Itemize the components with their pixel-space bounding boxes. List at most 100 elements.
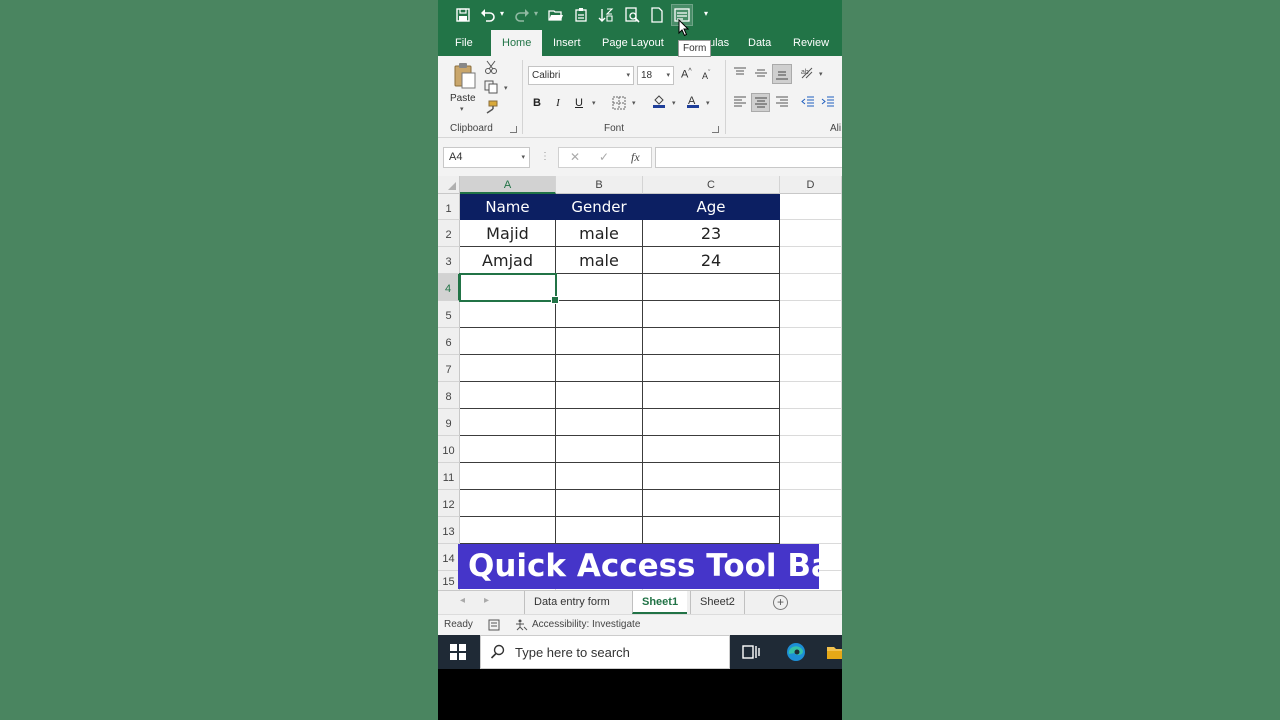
formula-bar-grip-icon[interactable]: ⋮ [540, 151, 550, 162]
table-header-cell[interactable]: Age [643, 194, 780, 220]
name-box[interactable]: A4 ▾ [443, 147, 530, 168]
font-launcher-icon[interactable] [712, 126, 719, 133]
increase-font-size-icon[interactable]: A^ [681, 68, 692, 81]
row-header[interactable]: 6 [438, 328, 460, 355]
table-cell[interactable] [643, 355, 780, 382]
middle-align-icon[interactable] [754, 66, 768, 80]
paste-icon[interactable] [453, 62, 477, 90]
accessibility-icon[interactable] [515, 619, 528, 631]
clipboard-launcher-icon[interactable] [510, 126, 517, 133]
font-name-select[interactable]: Calibri ▾ [528, 66, 634, 85]
sheet-tab-sheet1[interactable]: Sheet1 [632, 591, 688, 614]
row-header[interactable]: 15 [438, 571, 460, 590]
table-cell[interactable] [460, 436, 556, 463]
column-header-c[interactable]: C [643, 176, 780, 194]
tab-file[interactable]: File [455, 30, 473, 56]
tab-review[interactable]: Review [793, 30, 829, 56]
format-painter-icon[interactable] [484, 100, 498, 114]
column-header-d[interactable]: D [780, 176, 842, 194]
table-cell[interactable] [460, 517, 556, 544]
table-cell[interactable] [460, 463, 556, 490]
table-cell[interactable] [556, 490, 643, 517]
table-cell[interactable] [780, 463, 842, 490]
bold-button[interactable]: B [529, 95, 545, 111]
next-sheet-icon[interactable]: ▸ [484, 595, 489, 606]
table-cell[interactable] [556, 301, 643, 328]
table-cell[interactable] [780, 517, 842, 544]
table-cell[interactable] [643, 436, 780, 463]
table-cell[interactable] [643, 490, 780, 517]
sort-icon[interactable] [596, 5, 616, 25]
insert-function-button[interactable]: fx [631, 150, 640, 165]
tab-formulas[interactable]: ulas [709, 30, 729, 56]
formula-input[interactable] [655, 147, 842, 168]
font-color-icon[interactable]: A [686, 94, 700, 108]
row-header[interactable]: 1 [438, 194, 460, 220]
increase-indent-icon[interactable] [821, 95, 835, 109]
table-cell[interactable] [780, 194, 842, 220]
table-cell[interactable] [780, 220, 842, 247]
table-cell[interactable] [556, 463, 643, 490]
sheet-tab-data-entry-form[interactable]: Data entry form [524, 591, 619, 614]
borders-dropdown-icon[interactable]: ▾ [632, 99, 636, 107]
undo-icon[interactable] [478, 5, 498, 25]
table-cell[interactable] [643, 463, 780, 490]
table-header-cell[interactable]: Name [460, 194, 556, 220]
table-cell[interactable] [780, 247, 842, 274]
table-cell[interactable] [780, 490, 842, 517]
table-cell[interactable] [556, 274, 643, 301]
table-cell[interactable] [460, 409, 556, 436]
align-left-icon[interactable] [733, 95, 747, 109]
align-right-icon[interactable] [775, 95, 789, 109]
print-preview-icon[interactable] [622, 5, 642, 25]
row-header[interactable]: 13 [438, 517, 460, 544]
redo-icon[interactable] [512, 5, 532, 25]
table-cell[interactable]: male [556, 220, 643, 247]
table-cell[interactable] [556, 328, 643, 355]
paste-dropdown-icon[interactable]: ▾ [460, 105, 464, 113]
tab-insert[interactable]: Insert [553, 30, 581, 56]
copy-icon[interactable] [484, 80, 498, 94]
table-cell[interactable] [556, 409, 643, 436]
table-cell[interactable]: male [556, 247, 643, 274]
font-color-dropdown-icon[interactable]: ▾ [706, 99, 710, 107]
table-cell[interactable] [643, 517, 780, 544]
fill-color-icon[interactable] [652, 94, 666, 108]
table-cell[interactable] [780, 436, 842, 463]
table-cell[interactable] [643, 409, 780, 436]
fill-color-dropdown-icon[interactable]: ▾ [672, 99, 676, 107]
table-cell[interactable] [556, 355, 643, 382]
table-cell[interactable] [460, 328, 556, 355]
table-cell[interactable] [643, 301, 780, 328]
table-cell[interactable] [460, 301, 556, 328]
table-cell[interactable] [643, 328, 780, 355]
tab-page-layout[interactable]: Page Layout [602, 30, 664, 56]
table-header-cell[interactable]: Gender [556, 194, 643, 220]
undo-dropdown-icon[interactable]: ▾ [500, 9, 504, 18]
table-cell[interactable] [556, 382, 643, 409]
font-size-select[interactable]: 18 ▾ [637, 66, 674, 85]
orientation-dropdown-icon[interactable]: ▾ [819, 70, 823, 78]
copy-dropdown-icon[interactable]: ▾ [504, 84, 508, 92]
row-header[interactable]: 5 [438, 301, 460, 328]
column-header-b[interactable]: B [556, 176, 643, 194]
row-header[interactable]: 7 [438, 355, 460, 382]
borders-icon[interactable] [612, 96, 626, 110]
active-cell-selection[interactable] [459, 273, 559, 304]
column-header-a[interactable]: A [460, 176, 556, 194]
row-header[interactable]: 8 [438, 382, 460, 409]
orientation-icon[interactable]: ab [800, 66, 814, 80]
tab-home[interactable]: Home [491, 30, 543, 56]
align-center-button[interactable] [751, 93, 770, 112]
table-cell[interactable] [780, 301, 842, 328]
row-header[interactable]: 10 [438, 436, 460, 463]
table-cell[interactable] [780, 409, 842, 436]
taskbar-search-box[interactable]: Type here to search [480, 635, 730, 669]
previous-sheet-icon[interactable]: ◂ [460, 595, 465, 606]
windows-start-icon[interactable] [450, 644, 466, 660]
decrease-indent-icon[interactable] [801, 95, 815, 109]
task-view-icon[interactable] [741, 642, 761, 662]
row-header[interactable]: 2 [438, 220, 460, 247]
cut-icon[interactable] [484, 60, 498, 74]
row-header[interactable]: 3 [438, 247, 460, 274]
